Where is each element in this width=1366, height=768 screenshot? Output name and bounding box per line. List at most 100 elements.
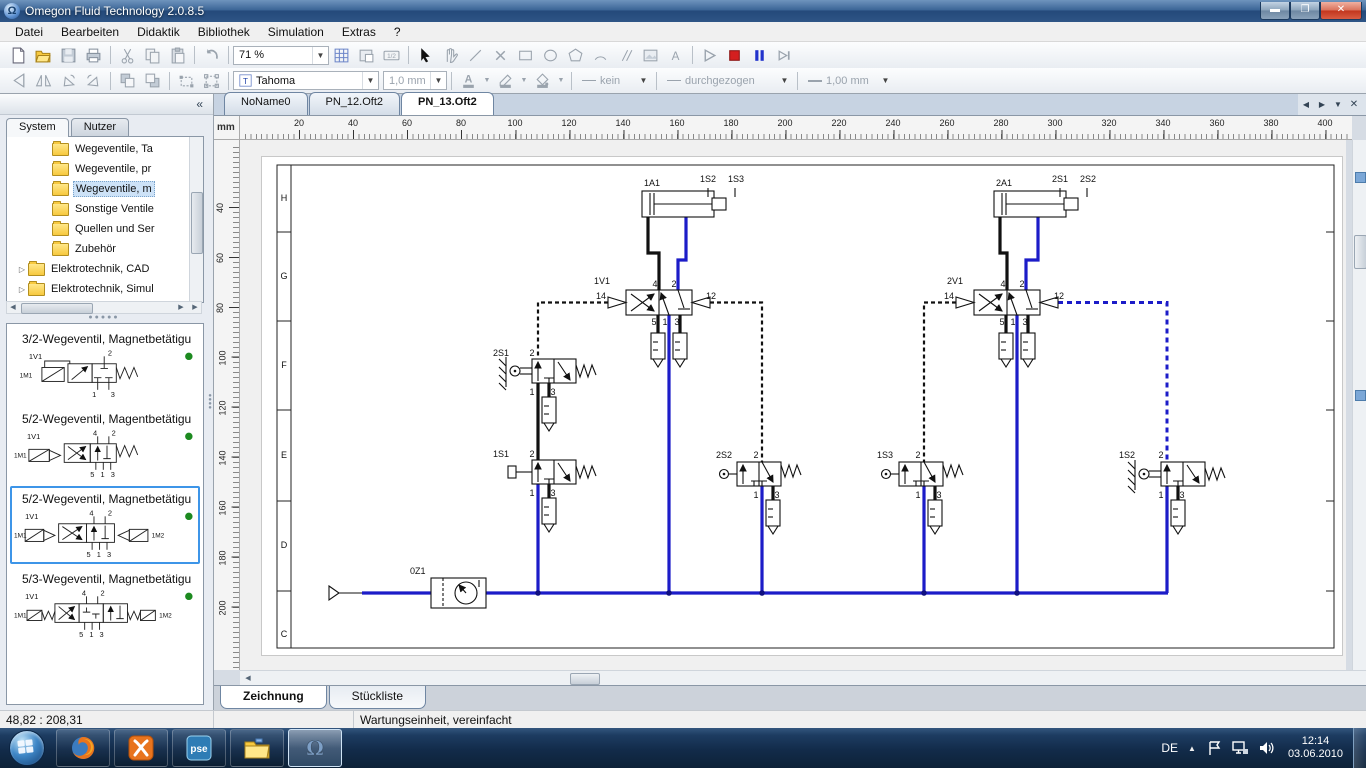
tree-item[interactable]: Zubehör [7, 239, 189, 259]
font-color-dropdown[interactable]: ▼ [481, 70, 493, 92]
tree-item-selected[interactable]: Wegeventile, m [7, 179, 189, 199]
tree-item[interactable]: ▷Elektrotechnik, Simul [7, 279, 189, 299]
menu-bibliothek[interactable]: Bibliothek [189, 23, 259, 41]
preview-item-5-2-wegeventil-double[interactable]: 5/2-Wegeventil, Magnetbetätigu [10, 486, 200, 564]
tab-pn12[interactable]: PN_12.Oft2 [309, 92, 400, 115]
line-color-button[interactable] [493, 70, 518, 92]
valve-1v1[interactable]: 1V1 14 12 4 2 5 1 3 [594, 276, 716, 367]
print-button[interactable] [81, 44, 106, 66]
ungroup-button[interactable] [199, 70, 224, 92]
sidebar-splitter-handle[interactable]: ●●●● [207, 394, 213, 410]
rotate-right-button[interactable] [81, 70, 106, 92]
page-setup-button[interactable] [354, 44, 379, 66]
close-button[interactable]: ✕ [1320, 2, 1362, 20]
image-tool-button[interactable] [638, 44, 663, 66]
open-file-button[interactable] [31, 44, 56, 66]
minimize-button[interactable]: ▬ [1260, 2, 1290, 20]
scrollbar-thumb[interactable] [191, 192, 203, 254]
polygon-tool-button[interactable] [563, 44, 588, 66]
valve-1s2[interactable]: 1S2 2 1 3 [1119, 450, 1225, 534]
menu-didaktik[interactable]: Didaktik [128, 23, 189, 41]
group-button[interactable] [174, 70, 199, 92]
bring-to-front-button[interactable] [115, 70, 140, 92]
menu-extras[interactable]: Extras [333, 23, 385, 41]
preview-item-5-2-wegeventil-single[interactable]: 5/2-Wegeventil, Magentbetätigu [10, 406, 200, 484]
select-tool-button[interactable] [413, 44, 438, 66]
tree-item[interactable]: Quellen und Ser [7, 219, 189, 239]
network-icon[interactable] [1231, 740, 1249, 756]
taskbar-explorer-button[interactable] [230, 729, 284, 767]
tab-nutzer[interactable]: Nutzer [71, 118, 129, 137]
chevron-down-icon[interactable]: ▼ [777, 72, 792, 89]
pilot-line-1v1-12[interactable] [710, 303, 762, 463]
show-desktop-button[interactable] [1353, 728, 1366, 768]
tab-zeichnung[interactable]: Zeichnung [220, 686, 327, 709]
start-button[interactable] [6, 730, 48, 766]
copy-button[interactable] [140, 44, 165, 66]
flip-vertical-button[interactable] [6, 70, 31, 92]
ellipse-tool-button[interactable] [538, 44, 563, 66]
valve-2s2[interactable]: 2S2 2 1 3 [716, 450, 801, 534]
menu-simulation[interactable]: Simulation [259, 23, 333, 41]
scroll-left-icon[interactable]: ◀ [242, 674, 254, 683]
zoom-combobox[interactable]: 71 % ▼ [233, 46, 329, 65]
chevron-down-icon[interactable]: ▼ [430, 72, 446, 89]
tab-pn13[interactable]: PN_13.Oft2 [401, 92, 494, 115]
scroll-right-icon[interactable]: ▶ [175, 303, 187, 312]
tab-close-icon[interactable]: ✕ [1346, 99, 1362, 110]
action-center-icon[interactable] [1206, 740, 1222, 756]
save-button[interactable] [56, 44, 81, 66]
parallel-lines-tool-button[interactable] [613, 44, 638, 66]
canvas-vertical-scrollbar[interactable] [1352, 140, 1366, 670]
drawing-page[interactable]: H G F E D C [262, 157, 1342, 655]
volume-icon[interactable] [1258, 740, 1275, 756]
scrollbar-thumb[interactable] [1354, 235, 1366, 269]
simulation-step-button[interactable] [772, 44, 797, 66]
line-style-combobox[interactable]: durchgezogen ▼ [661, 71, 793, 90]
cut-button[interactable] [115, 44, 140, 66]
work-line-1a1-rod[interactable] [678, 217, 686, 290]
menu-bearbeiten[interactable]: Bearbeiten [52, 23, 128, 41]
preview-item-3-2-wegeventil[interactable]: 3/2-Wegeventil, Magnetbetätigu 1V1 [10, 326, 200, 404]
taskbar-xampp-button[interactable] [114, 729, 168, 767]
chevron-down-icon[interactable]: ▼ [636, 72, 651, 89]
work-line-2a1-rod[interactable] [1026, 217, 1038, 290]
tree-item[interactable]: Wegeventile, Ta [7, 139, 189, 159]
font-family-combobox[interactable]: T Tahoma ▼ [233, 71, 379, 90]
taskbar-omegon-button[interactable]: Ω [288, 729, 342, 767]
canvas-horizontal-scrollbar[interactable]: ◀ [240, 670, 1366, 685]
expand-icon[interactable]: ▷ [17, 265, 27, 274]
rotate-left-button[interactable] [56, 70, 81, 92]
panel-splitter-handle[interactable]: ●●●●● [6, 315, 202, 322]
valve-2v1[interactable]: 2V1 14 12 4 2 5 1 3 [944, 276, 1064, 367]
service-unit-0z1[interactable]: 0Z1 [410, 566, 486, 608]
collapse-icon[interactable]: « [196, 97, 203, 111]
arc-tool-button[interactable] [588, 44, 613, 66]
pilot-line-2v1-14[interactable] [924, 303, 956, 463]
scrollbar-thumb[interactable] [570, 673, 600, 685]
taskbar-firefox-button[interactable] [56, 729, 110, 767]
tree-vertical-scrollbar[interactable] [189, 137, 203, 302]
expand-icon[interactable]: ▷ [17, 285, 27, 294]
show-hidden-icons-button[interactable]: ▲ [1188, 744, 1196, 753]
menu-help[interactable]: ? [385, 23, 410, 41]
preview-item-5-3-wegeventil[interactable]: 5/3-Wegeventil, Magnetbetätigu [10, 566, 200, 644]
line-tool-button[interactable] [463, 44, 488, 66]
chevron-down-icon[interactable]: ▼ [312, 47, 328, 64]
cylinder-2a1[interactable]: 2A1 2S1 2S2 [994, 174, 1096, 217]
taskbar-pse-button[interactable]: pse [172, 729, 226, 767]
fill-color-dropdown[interactable]: ▼ [555, 70, 567, 92]
scale-badge-button[interactable]: 1/2 [379, 44, 404, 66]
font-color-button[interactable]: A [456, 70, 481, 92]
scrollbar-thumb[interactable] [21, 303, 93, 314]
maximize-button[interactable]: ❐ [1290, 2, 1320, 20]
send-to-back-button[interactable] [140, 70, 165, 92]
tab-system[interactable]: System [6, 118, 69, 137]
chevron-down-icon[interactable]: ▼ [878, 72, 893, 89]
grid-toggle-button[interactable] [329, 44, 354, 66]
tab-scroll-right-icon[interactable]: ▶ [1314, 100, 1330, 109]
sidebar-collapse-bar[interactable]: « [0, 94, 213, 115]
tree-item[interactable]: ▷Elektrotechnik, CAD [7, 259, 189, 279]
tab-noname0[interactable]: NoName0 [224, 92, 308, 115]
new-file-button[interactable] [6, 44, 31, 66]
